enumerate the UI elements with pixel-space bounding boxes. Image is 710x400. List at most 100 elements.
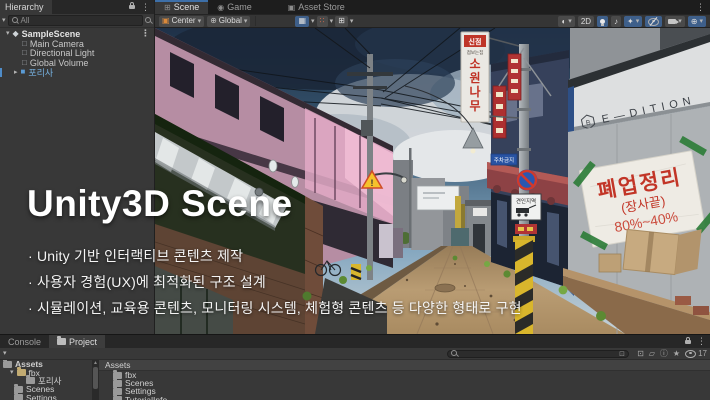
kebab-menu-icon[interactable]: ⋮	[694, 2, 707, 12]
snap-grid-icon: ∷	[319, 16, 325, 25]
folder-icon	[113, 394, 122, 400]
scene-view-icon: ⊞	[164, 2, 171, 12]
kebab-menu-icon[interactable]: ⋮	[695, 337, 708, 346]
foldout-open-icon[interactable]: ▾	[6, 30, 10, 37]
scrollbar-thumb[interactable]	[93, 367, 98, 389]
grid-snapping-button[interactable]: ⊞	[335, 15, 348, 27]
2d-toggle-button[interactable]: 2D	[577, 16, 595, 27]
gizmos-button[interactable]: ⊕ ▾	[687, 16, 706, 27]
tree-scrollbar[interactable]: ▲	[92, 360, 99, 400]
chevron-down-icon: ▾	[197, 17, 202, 25]
tool-handle-pivot-button[interactable]: ▣ Center ▾	[159, 15, 205, 27]
tab-project[interactable]: Project	[49, 335, 106, 348]
draw-mode-button[interactable]: ◐ ▾	[558, 16, 575, 27]
snap-increment-button[interactable]: ∷	[316, 15, 328, 27]
tab-game[interactable]: ◉ Game	[208, 0, 261, 14]
search-window-icon[interactable]	[145, 17, 152, 24]
scene-toolbar: ▣ Center ▾ ⊕ Global ▾ ▦ ▾ ∷ ▾ ⊞ ▾ ◐▾ 2D	[155, 14, 710, 28]
kebab-menu-icon[interactable]: ⋮	[139, 2, 152, 12]
tab-asset-store[interactable]: ▣ Asset Store	[279, 0, 354, 14]
hidden-count: 17	[698, 349, 707, 358]
effects-toggle-button[interactable]: ✦ ▾	[624, 16, 643, 27]
folder-icon	[14, 392, 23, 400]
tool-handle-rotation-button[interactable]: ⊕ Global ▾	[207, 15, 251, 27]
2d-label: 2D	[580, 16, 592, 26]
chevron-down-icon[interactable]: ▾	[330, 18, 334, 25]
project-toolbar: ▾ ⊡ ⊡ ▱ ⓘ ★ 17	[0, 348, 710, 360]
project-file-list: Assets fbx Scenes Settings TutorialInfo	[99, 360, 710, 400]
street-scene-render: ! B E—DITION 폐업정리 (장사끝) 80%~40% 주차금지 견인지…	[155, 28, 710, 334]
scene-viewport[interactable]: ! B E—DITION 폐업정리 (장사끝) 80%~40% 주차금지 견인지…	[155, 28, 710, 334]
tab-label: Project	[69, 336, 98, 347]
search-by-type-icon[interactable]: ⊡	[637, 349, 644, 358]
foldout-open-icon[interactable]: ▾	[10, 369, 14, 376]
list-item-settings[interactable]: Settings	[99, 385, 710, 396]
list-item-label: TutorialInfo	[125, 394, 168, 400]
folder-label: Settings	[26, 392, 57, 400]
tab-label: Scene	[173, 2, 200, 12]
lighting-toggle-button[interactable]	[597, 16, 609, 27]
search-funnel-icon[interactable]: ⊡	[619, 350, 625, 358]
chevron-down-icon: ▾	[568, 18, 572, 25]
tree-item-label: Main Camera	[29, 38, 84, 49]
tab-scene[interactable]: ⊞ Scene	[155, 0, 209, 14]
folder-icon	[3, 360, 12, 368]
create-dropdown-icon[interactable]: ▾	[3, 350, 7, 357]
tow-zone-text: 견인지역	[516, 197, 536, 205]
asset-store-icon: ▣	[287, 2, 296, 12]
edition-building: B E—DITION 폐업정리 (장사끝) 80%~40%	[563, 28, 710, 334]
tree-item-label: 포리사	[28, 67, 54, 78]
tree-item-directional-light[interactable]: □ Directional Light	[0, 48, 154, 59]
hierarchy-search-row: ▾ All	[0, 14, 154, 28]
audio-toggle-button[interactable]: ♪	[611, 16, 622, 27]
tab-hierarchy[interactable]: Hierarchy	[0, 0, 52, 14]
chevron-down-icon[interactable]: ▾	[350, 18, 354, 25]
list-item-fbx[interactable]: fbx	[99, 369, 710, 380]
tree-folder-assets[interactable]: Assets	[0, 360, 92, 369]
save-search-star-icon[interactable]: ★	[673, 349, 680, 358]
audio-note-icon: ♪	[614, 16, 619, 26]
chevron-down-icon[interactable]: ▾	[311, 18, 315, 25]
project-panel: Console Project ⋮ ▾ ⊡ ⊡ ▱ ⓘ ★ 17 Assets …	[0, 334, 710, 400]
grid-icon: ▦	[298, 16, 306, 25]
tree-item-label: Directional Light	[29, 48, 95, 59]
kebab-menu-icon[interactable]: ⋮	[139, 29, 152, 38]
lock-icon[interactable]	[129, 2, 135, 9]
selection-indicator	[0, 67, 2, 77]
orientation-label: Global	[218, 16, 242, 25]
tree-item-scene-root[interactable]: ▾ ◆ SampleScene ⋮	[0, 28, 154, 39]
hierarchy-search-input[interactable]: All	[7, 15, 143, 26]
pivot-label: Center	[171, 16, 196, 25]
scene-pane: ⊞ Scene ◉ Game ▣ Asset Store ⋮ ▣ Center …	[155, 0, 710, 334]
light-object-icon: □	[22, 48, 27, 58]
tab-label: Game	[227, 2, 252, 12]
hierarchy-tab-label: Hierarchy	[5, 2, 44, 12]
project-search-input[interactable]: ⊡	[447, 349, 629, 358]
tree-item-global-volume[interactable]: □ Global Volume	[0, 58, 154, 68]
grid-visibility-button[interactable]: ▦	[295, 15, 309, 27]
wall-lamp	[268, 159, 278, 173]
tab-console[interactable]: Console	[0, 335, 49, 348]
scroll-up-icon[interactable]: ▲	[93, 361, 98, 366]
prefab-cube-icon: ■	[20, 67, 26, 77]
folder-icon	[57, 336, 67, 345]
hidden-count-toggle[interactable]: 17	[685, 349, 707, 358]
scene-root-label: SampleScene	[21, 28, 81, 39]
hierarchy-tabbar: Hierarchy ⋮	[0, 0, 154, 14]
list-item-scenes[interactable]: Scenes	[99, 377, 710, 388]
camera-settings-button[interactable]: ▾	[665, 16, 685, 27]
striped-bollard	[515, 240, 533, 334]
lock-icon[interactable]	[685, 336, 691, 344]
search-log-icon[interactable]: ⓘ	[660, 348, 668, 359]
lightbulb-icon	[600, 19, 606, 26]
tree-folder-settings[interactable]: Settings	[0, 392, 92, 400]
search-by-label-icon[interactable]: ▱	[649, 349, 655, 358]
gizmo-orbit-icon: ⊕	[690, 16, 698, 26]
scene-visibility-button[interactable]	[645, 16, 663, 27]
create-dropdown-icon[interactable]: ▾	[2, 17, 6, 24]
list-item-tutorialinfo[interactable]: TutorialInfo	[99, 394, 710, 400]
tab-label: Console	[8, 336, 42, 347]
foldout-closed-icon[interactable]: ▸	[14, 69, 18, 76]
tree-item-prefab[interactable]: ▸ ■ 포리사	[0, 67, 154, 78]
tree-item-main-camera[interactable]: □ Main Camera	[0, 39, 154, 49]
